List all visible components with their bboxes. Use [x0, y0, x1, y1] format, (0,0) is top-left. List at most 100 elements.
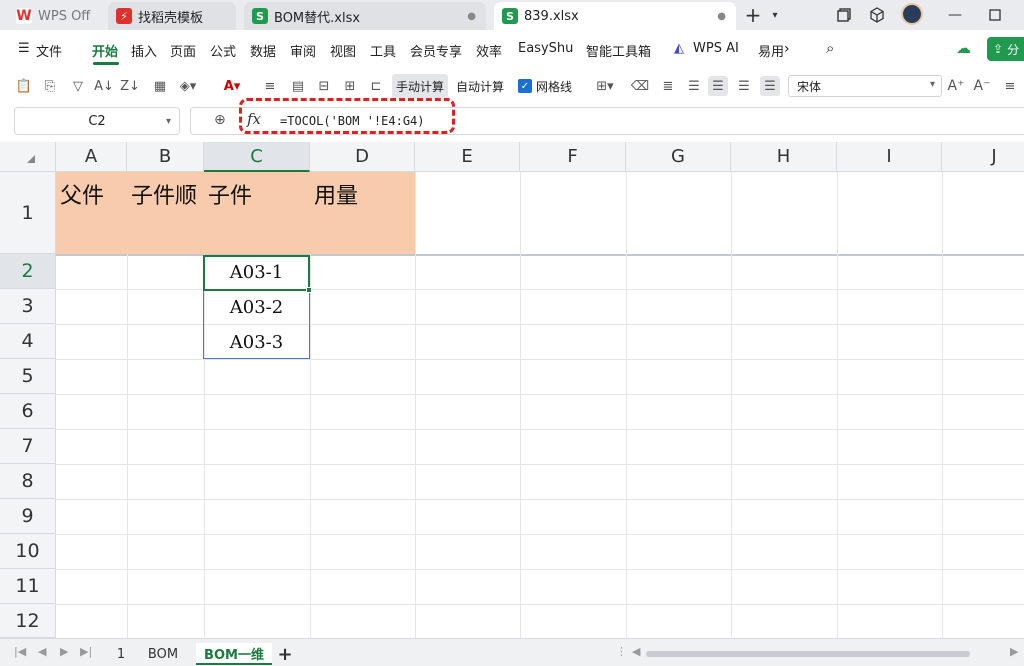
row-header[interactable]: 4 — [0, 324, 56, 359]
paste-icon[interactable]: 📋 — [14, 76, 34, 96]
menu-easy-use[interactable]: 易用 — [758, 41, 784, 60]
menu-member[interactable]: 会员专享 — [410, 41, 462, 60]
maximize-icon[interactable] — [984, 4, 1006, 26]
window-switch-icon[interactable] — [833, 4, 855, 26]
border-icon[interactable]: ⊞▾ — [590, 76, 620, 96]
scroll-split-icon[interactable]: ⋮ — [616, 645, 627, 658]
align-left-icon[interactable]: ☰ — [684, 76, 704, 96]
scroll-left-icon[interactable]: ◀ — [632, 645, 640, 658]
user-avatar[interactable] — [901, 3, 923, 25]
menu-tools[interactable]: 工具 — [370, 41, 396, 60]
align-center-icon[interactable]: ☰ — [708, 76, 728, 96]
row-col-icon[interactable]: ⊟ — [314, 76, 334, 96]
table-style-icon[interactable]: ▦ — [150, 76, 170, 96]
row-header[interactable]: 9 — [0, 499, 56, 534]
column-header[interactable]: I — [837, 142, 942, 172]
font-family-select[interactable]: 宋体 ▾ — [788, 75, 942, 97]
cell-c3[interactable]: A03-2 — [204, 290, 309, 325]
menu-more-chevron-icon[interactable]: › — [784, 41, 790, 57]
first-sheet-icon[interactable]: |◀ — [14, 645, 26, 658]
font-color-icon[interactable]: A▾ — [222, 76, 242, 96]
menu-wps-ai[interactable]: WPS AI — [693, 41, 739, 56]
cloud-sync-icon[interactable]: ☁ — [956, 39, 971, 57]
row-header[interactable]: 11 — [0, 569, 56, 604]
row-header[interactable]: 3 — [0, 289, 56, 324]
header-cell-d1[interactable]: 用量 — [314, 178, 358, 210]
gridlines-toggle[interactable]: ✓ 网格线 — [514, 74, 576, 98]
column-header[interactable]: J — [942, 142, 1024, 172]
wrap-icon[interactable]: ≡ — [260, 76, 280, 96]
header-cell-c1[interactable]: 子件 — [208, 178, 252, 210]
column-header[interactable]: D — [310, 142, 415, 172]
spreadsheet-grid[interactable]: A B C D E F G H I J 1 2 3 4 5 6 7 8 9 10… — [0, 142, 1024, 638]
prev-sheet-icon[interactable]: ◀ — [38, 645, 46, 658]
header-cell-b1[interactable]: 子件顺 — [131, 178, 197, 210]
fill-color-icon[interactable]: ◈▾ — [178, 76, 198, 96]
row-header[interactable]: 10 — [0, 534, 56, 569]
sheet-tab-bom[interactable]: BOM — [138, 643, 188, 665]
menu-file[interactable]: 文件 — [36, 41, 62, 60]
last-sheet-icon[interactable]: ▶| — [80, 645, 92, 658]
auto-calc-button[interactable]: 自动计算 — [452, 74, 508, 98]
row-header[interactable]: 7 — [0, 429, 56, 464]
menu-insert[interactable]: 插入 — [131, 41, 157, 60]
column-header[interactable]: E — [415, 142, 520, 172]
clear-format-icon[interactable]: ⌫ — [630, 76, 650, 96]
row-header[interactable]: 5 — [0, 359, 56, 394]
menu-efficiency[interactable]: 效率 — [476, 41, 502, 60]
fill-handle[interactable] — [306, 287, 312, 293]
fill-series-icon[interactable]: ⊞ — [340, 76, 360, 96]
format-painter-icon[interactable]: ⎘ — [40, 76, 60, 96]
manual-calc-button[interactable]: 手动计算 — [392, 74, 449, 98]
freeze-icon[interactable]: ▤ — [288, 76, 308, 96]
column-header[interactable]: H — [731, 142, 837, 172]
hamburger-icon[interactable]: ☰ — [18, 41, 30, 56]
select-all-corner[interactable] — [0, 142, 56, 172]
tab-dot-icon[interactable]: ● — [467, 11, 476, 22]
cube-icon[interactable] — [866, 4, 888, 26]
row-header[interactable]: 1 — [0, 172, 56, 254]
minimize-icon[interactable]: — — [944, 4, 966, 26]
menu-data[interactable]: 数据 — [250, 41, 276, 60]
scroll-right-icon[interactable]: ▶ — [1010, 645, 1018, 658]
tab-dot-icon[interactable]: ● — [717, 11, 726, 22]
tab-839-file[interactable]: S 839.xlsx ● — [494, 2, 736, 30]
next-sheet-icon[interactable]: ▶ — [60, 645, 68, 658]
align-top-icon[interactable]: ≣ — [658, 76, 678, 96]
column-header[interactable]: A — [56, 142, 127, 172]
align-right-icon[interactable]: ☰ — [734, 76, 754, 96]
row-header[interactable]: 8 — [0, 464, 56, 499]
tab-bom-file[interactable]: S BOM替代.xlsx ● — [244, 2, 486, 30]
search-icon[interactable]: ⌕ — [826, 39, 834, 57]
zoom-search-icon[interactable]: ⊕ — [214, 112, 226, 128]
add-sheet-icon[interactable]: + — [276, 643, 294, 665]
tab-template[interactable]: ⚡ 找稻壳模板 — [108, 2, 236, 30]
sort-desc-icon[interactable]: Z↓ — [120, 76, 140, 96]
menu-easyshu[interactable]: EasyShu — [518, 41, 573, 56]
column-header[interactable]: G — [626, 142, 731, 172]
gridlines-checkbox-icon[interactable]: ✓ — [518, 79, 532, 93]
tab-list-chevron-icon[interactable]: ▾ — [764, 4, 786, 26]
font-size-decrease-icon[interactable]: A⁻ — [972, 76, 992, 96]
sort-asc-icon[interactable]: A↓ — [94, 76, 114, 96]
column-header-selected[interactable]: C — [204, 142, 310, 172]
menu-page[interactable]: 页面 — [170, 41, 196, 60]
filter-icon[interactable]: ▽ — [68, 76, 88, 96]
name-box[interactable]: C2 ▾ — [14, 107, 180, 135]
row-header[interactable]: 6 — [0, 394, 56, 429]
font-size-increase-icon[interactable]: A⁺ — [946, 76, 966, 96]
new-tab-plus-icon[interactable]: + — [742, 3, 764, 27]
row-header-selected[interactable]: 2 — [0, 254, 56, 289]
menu-view[interactable]: 视图 — [330, 41, 356, 60]
row-header[interactable]: 12 — [0, 604, 56, 638]
menu-smart-toolbox[interactable]: 智能工具箱 — [586, 41, 651, 60]
share-button[interactable]: ⇪ 分 — [987, 37, 1024, 61]
header-cell-a1[interactable]: 父件 — [60, 178, 104, 210]
column-header[interactable]: F — [520, 142, 626, 172]
tab-wps-office[interactable]: W WPS Off — [8, 2, 100, 30]
text-format-icon[interactable]: ≡ — [1000, 76, 1020, 96]
cell-c4[interactable]: A03-3 — [204, 325, 309, 360]
menu-home[interactable]: 开始 — [92, 41, 118, 60]
sheet-tab-1[interactable]: 1 — [108, 643, 134, 665]
insert-icon[interactable]: ⊏ — [366, 76, 386, 96]
